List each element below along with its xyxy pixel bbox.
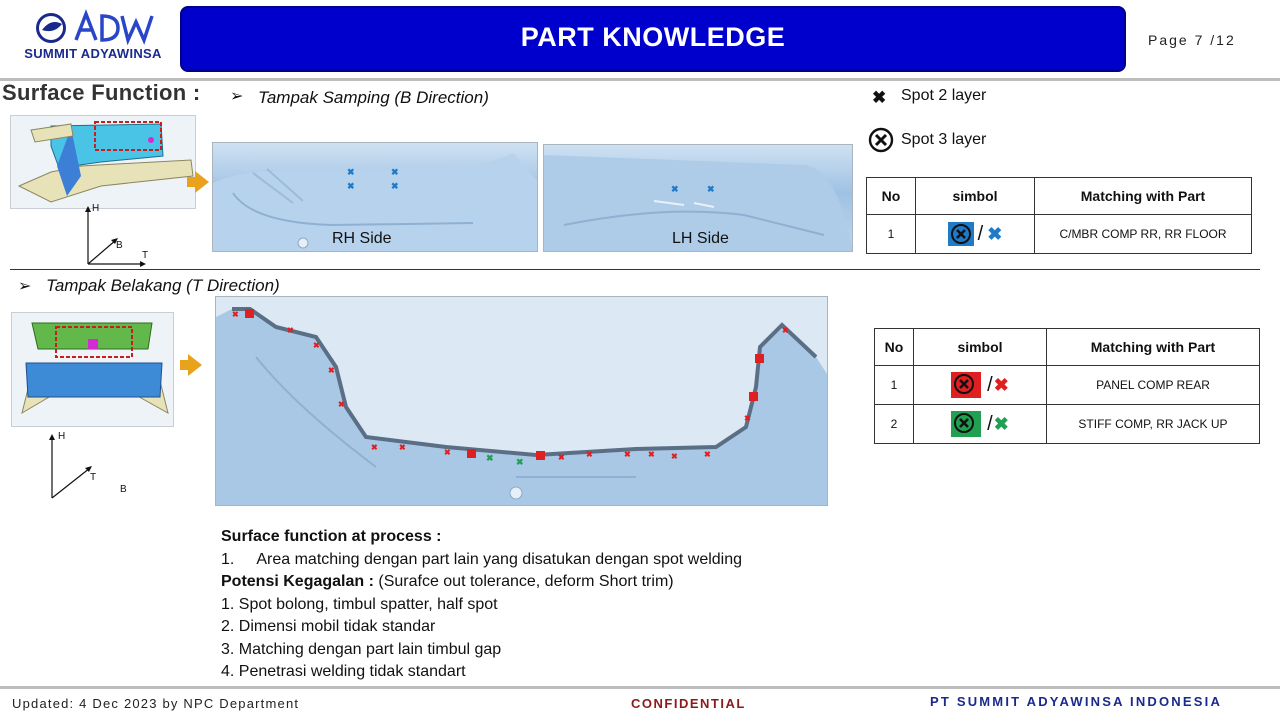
row-symbol: /✖ xyxy=(913,365,1047,405)
row-no: 2 xyxy=(874,404,914,444)
list-item: 4. Penetrasi welding tidak standart xyxy=(221,663,466,680)
svg-text:✖: ✖ xyxy=(391,181,399,191)
bullet-arrow-icon: ➢ xyxy=(230,88,244,105)
svg-text:✖: ✖ xyxy=(558,453,565,462)
overview-thumbnail-b xyxy=(10,115,196,209)
page-number: Page 7 /12 xyxy=(1148,32,1236,48)
spot2-label: Spot 2 layer xyxy=(901,87,987,104)
footer-updated: Updated: 4 Dec 2023 by NPC Department xyxy=(12,696,300,711)
lh-side-label: LH Side xyxy=(672,230,729,247)
footer-company: PT SUMMIT ADYAWINSA INDONESIA xyxy=(930,694,1223,709)
list-item: 1. Spot bolong, timbul spatter, half spo… xyxy=(221,595,498,613)
svg-text:✖: ✖ xyxy=(516,457,524,467)
section-divider xyxy=(10,269,1260,270)
col-matching: Matching with Part xyxy=(1034,177,1252,215)
svg-text:✖: ✖ xyxy=(782,326,789,335)
rear-view-image: ✖ ✖ ✖ ✖ ✖ ✖ ✖ ✖ ✖ ✖ ✖ ✖ ✖ ✖ ✖ ✖ ✖ ✖ xyxy=(215,296,828,506)
svg-text:✖: ✖ xyxy=(287,326,294,335)
svg-text:✖: ✖ xyxy=(486,453,494,463)
svg-text:✖: ✖ xyxy=(648,450,655,459)
table-row: 2 /✖ STIFF COMP, RR JACK UP xyxy=(874,404,1260,444)
axis-h-label: H xyxy=(92,203,100,214)
potensi-text: (Surafce out tolerance, deform Short tri… xyxy=(373,573,674,590)
spot2-icon: ✖ xyxy=(872,88,887,107)
col-matching: Matching with Part xyxy=(1046,328,1260,366)
rh-side-label: RH Side xyxy=(332,230,392,247)
svg-text:✖: ✖ xyxy=(391,167,399,177)
slash-divider: / xyxy=(987,412,993,435)
process-item-number: 1. xyxy=(221,550,235,568)
slash-divider: / xyxy=(977,222,984,245)
svg-text:✖: ✖ xyxy=(624,450,631,459)
col-no: No xyxy=(866,177,916,215)
spot2-red-icon: ✖ xyxy=(993,374,1009,395)
spot3-label: Spot 3 layer xyxy=(901,131,987,148)
svg-text:✖: ✖ xyxy=(328,366,335,375)
spot3-blue-icon xyxy=(947,222,974,246)
row-part: PANEL COMP REAR xyxy=(1046,365,1260,405)
svg-text:✖: ✖ xyxy=(371,443,378,452)
process-item-text: Area matching dengan part lain yang disa… xyxy=(256,550,743,568)
row-part: STIFF COMP, RR JACK UP xyxy=(1046,404,1260,444)
page-title: PART KNOWLEDGE xyxy=(520,22,786,52)
col-no: No xyxy=(874,328,914,366)
logo-text: SUMMIT ADYAWINSA xyxy=(24,46,162,61)
svg-text:✖: ✖ xyxy=(704,450,711,459)
matching-table-t: No simbol Matching with Part 1 /✖ PANEL … xyxy=(874,328,1260,444)
svg-text:✖: ✖ xyxy=(399,443,406,452)
svg-text:✖: ✖ xyxy=(313,341,320,350)
bullet-b-direction: Tampak Samping (B Direction) xyxy=(258,88,489,107)
spot3-red-icon xyxy=(951,372,982,398)
footer-confidential: CONFIDENTIAL xyxy=(631,696,746,711)
list-item: 3. Matching dengan part lain timbul gap xyxy=(221,640,502,658)
svg-text:✖: ✖ xyxy=(671,452,678,461)
company-logo xyxy=(18,8,168,74)
bullet-t-direction: Tampak Belakang (T Direction) xyxy=(46,276,280,295)
axis-indicator-t xyxy=(46,432,126,500)
slash-divider: / xyxy=(987,373,993,396)
svg-text:✖: ✖ xyxy=(586,450,593,459)
svg-text:✖: ✖ xyxy=(338,400,345,409)
row-symbol: /✖ xyxy=(913,404,1047,444)
spot2-green-icon: ✖ xyxy=(993,413,1009,434)
svg-text:✖: ✖ xyxy=(444,448,451,457)
svg-text:✖: ✖ xyxy=(232,310,239,319)
svg-text:✖: ✖ xyxy=(707,184,715,194)
potensi-line: Potensi Kegagalan : (Surafce out toleran… xyxy=(221,571,742,594)
axis-b-label: B xyxy=(116,240,123,251)
process-description: Surface function at process : 1. Area mat… xyxy=(221,526,742,684)
surface-function-heading: Surface Function : xyxy=(2,80,201,105)
axis-h-label: H xyxy=(58,431,66,442)
axis-t-label: T xyxy=(142,250,149,261)
spot2-blue-icon: ✖ xyxy=(987,223,1003,244)
row-no: 1 xyxy=(866,214,916,254)
process-title: Surface function at process : xyxy=(221,528,442,545)
spot3-green-icon xyxy=(951,411,982,437)
row-part: C/MBR COMP RR, RR FLOOR xyxy=(1034,214,1252,254)
axis-t-label: T xyxy=(90,472,97,483)
bullet-arrow-icon: ➢ xyxy=(18,278,32,295)
col-simbol: simbol xyxy=(913,328,1047,366)
list-item: 2. Dimensi mobil tidak standar xyxy=(221,618,436,635)
col-simbol: simbol xyxy=(915,177,1035,215)
row-no: 1 xyxy=(874,365,914,405)
row-symbol: /✖ xyxy=(915,214,1035,254)
svg-text:✖: ✖ xyxy=(671,184,679,194)
overview-thumbnail-t xyxy=(11,312,174,427)
svg-text:✖: ✖ xyxy=(347,167,355,177)
spot3-icon xyxy=(868,127,894,158)
axis-b-label: B xyxy=(120,484,127,495)
table-row: 1 /✖ C/MBR COMP RR, RR FLOOR xyxy=(866,214,1252,254)
svg-text:✖: ✖ xyxy=(744,414,751,423)
svg-text:✖: ✖ xyxy=(347,181,355,191)
process-item-1: 1. Area matching dengan part lain yang di… xyxy=(221,549,742,572)
potensi-label: Potensi Kegagalan : xyxy=(221,573,374,590)
table-row: 1 /✖ PANEL COMP REAR xyxy=(874,365,1260,405)
footer-divider xyxy=(0,686,1280,689)
matching-table-b: No simbol Matching with Part 1 /✖ C/MBR … xyxy=(866,177,1252,254)
